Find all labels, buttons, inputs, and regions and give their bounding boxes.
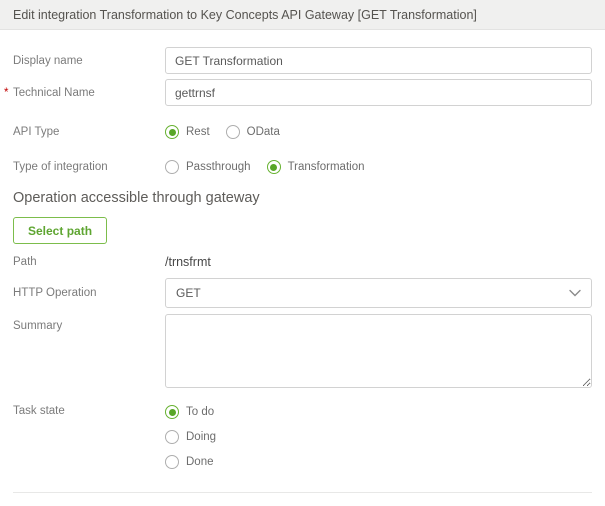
select-path-button[interactable]: Select path	[13, 217, 108, 244]
path-value: /trnsfrmt	[165, 255, 211, 269]
form-body: Display name * Technical Name API Type R…	[0, 30, 605, 506]
radio-label: Doing	[186, 431, 217, 443]
radio-button-icon[interactable]	[165, 455, 179, 469]
integration-type-row: Type of integration Passthrough Transfor…	[13, 158, 592, 176]
radio-label: Transformation	[287, 161, 365, 173]
radio-button-icon[interactable]	[165, 405, 179, 419]
dialog-titlebar: Edit integration Transformation to Key C…	[0, 0, 605, 30]
task-state-option-doing[interactable]: Doing	[165, 428, 592, 446]
radio-label: Rest	[186, 126, 210, 138]
display-name-label: Display name	[13, 54, 83, 67]
display-name-row: Display name	[13, 47, 592, 74]
integration-option-transformation[interactable]: Transformation	[266, 158, 365, 176]
summary-textarea[interactable]	[165, 314, 592, 388]
integration-type-label: Type of integration	[13, 161, 108, 173]
technical-name-label-text: Technical Name	[13, 86, 95, 99]
api-type-option-odata[interactable]: OData	[225, 123, 280, 141]
http-operation-label: HTTP Operation	[13, 287, 97, 299]
http-operation-value: GET	[176, 286, 201, 300]
technical-name-input[interactable]	[165, 79, 592, 106]
http-operation-select[interactable]: GET	[165, 278, 592, 308]
radio-button-icon[interactable]	[165, 430, 179, 444]
path-label: Path	[13, 255, 37, 268]
radio-button-icon[interactable]	[266, 160, 281, 174]
http-operation-row: HTTP Operation GET	[13, 278, 592, 308]
task-state-option-done[interactable]: Done	[165, 453, 592, 471]
path-row: Path /trnsfrmt	[13, 254, 592, 269]
radio-button-icon[interactable]	[165, 125, 179, 139]
api-type-label: API Type	[13, 126, 60, 138]
section-title: Operation accessible through gateway	[13, 190, 260, 206]
integration-option-passthrough[interactable]: Passthrough	[165, 158, 251, 176]
api-type-option-rest[interactable]: Rest	[165, 123, 210, 141]
summary-label: Summary	[13, 320, 63, 332]
technical-name-row: * Technical Name	[4, 79, 592, 106]
technical-name-label: * Technical Name	[4, 86, 165, 99]
task-state-row: Task state To do Doing Done	[13, 403, 592, 478]
required-asterisk: *	[4, 86, 9, 99]
task-state-label: Task state	[13, 405, 65, 417]
radio-button-icon[interactable]	[225, 125, 240, 139]
radio-label: To do	[186, 406, 215, 418]
api-type-row: API Type Rest OData	[13, 123, 592, 141]
footer-divider	[13, 492, 592, 493]
dialog-title: Edit integration Transformation to Key C…	[13, 7, 477, 22]
radio-label: OData	[246, 126, 280, 138]
radio-button-icon[interactable]	[165, 160, 179, 174]
summary-row: Summary	[13, 314, 592, 393]
display-name-input[interactable]	[165, 47, 592, 74]
radio-label: Passthrough	[186, 161, 251, 173]
task-state-option-todo[interactable]: To do	[165, 403, 592, 421]
chevron-down-icon	[569, 289, 581, 297]
radio-label: Done	[186, 456, 214, 468]
